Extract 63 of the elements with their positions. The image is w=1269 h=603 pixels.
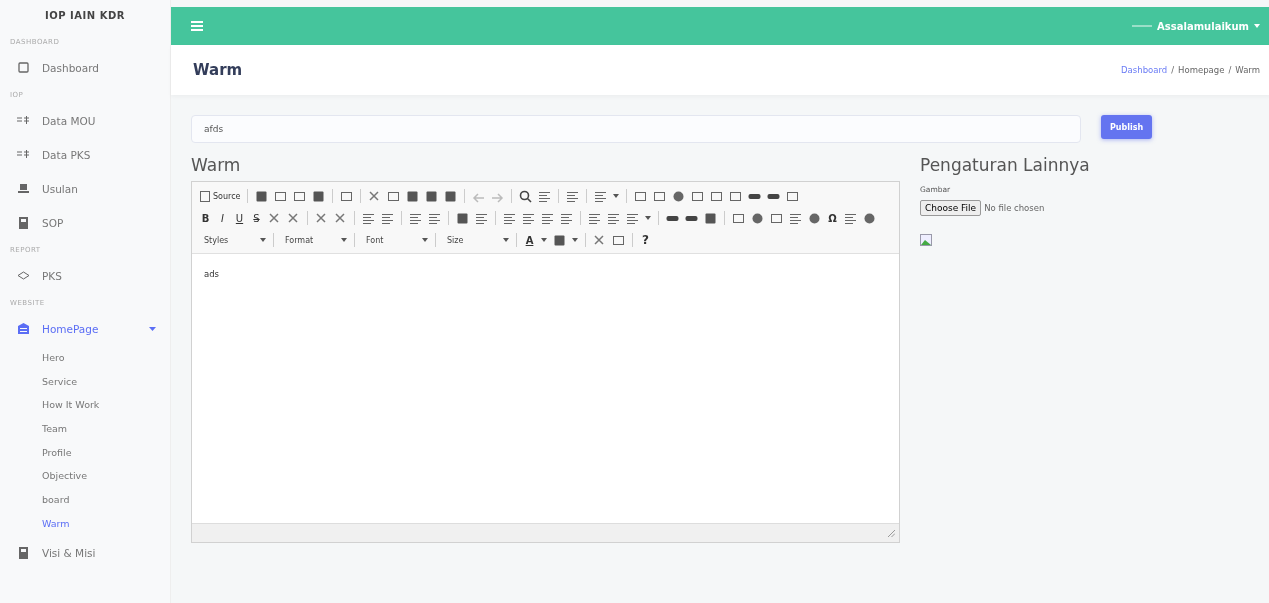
publish-button[interactable]: Publish [1101, 115, 1152, 139]
list-icon [17, 149, 30, 161]
breadcrumb-link[interactable]: Dashboard [1121, 65, 1168, 75]
square-icon [17, 62, 30, 74]
sidebar-item[interactable]: HomePage [0, 312, 170, 346]
caret-icon [149, 327, 156, 331]
caret-icon [613, 194, 620, 198]
submenu-item[interactable]: Service [0, 369, 170, 394]
submenu-item[interactable]: Hero [0, 346, 170, 370]
submenu-item[interactable]: board [0, 488, 170, 512]
file-status: No file chosen [984, 203, 1045, 213]
submenu-item[interactable]: Objective [0, 464, 170, 489]
sidebar-item[interactable]: Data PKS [0, 138, 170, 172]
sidebar-item[interactable]: Visi & Misi [0, 535, 170, 570]
settings-heading: Pengaturan Lainnya [920, 155, 1091, 175]
submenu-item[interactable]: Profile [0, 440, 170, 465]
text-color-button[interactable]: A [524, 234, 535, 246]
caret-icon [422, 238, 428, 242]
help-button[interactable]: ? [640, 233, 651, 247]
caret-icon [572, 238, 578, 242]
submenu-item[interactable]: How It Work [0, 393, 170, 418]
caret-icon [645, 216, 651, 220]
format-button[interactable]: I [217, 212, 228, 224]
toolbar-dropdown[interactable]: Styles [200, 235, 266, 245]
book-icon [17, 546, 30, 559]
submenu-item[interactable]: Team [0, 417, 170, 441]
breadcrumb-item: Warm [1235, 65, 1260, 75]
special-character-button[interactable]: Ω [827, 212, 838, 224]
search-icon[interactable] [519, 189, 533, 203]
caret-icon [503, 238, 509, 242]
sidebar-item[interactable]: Usulan [0, 172, 170, 206]
format-button[interactable]: S [251, 212, 262, 224]
laptop-icon [17, 183, 30, 195]
sidebar-item[interactable]: SOP [0, 206, 170, 240]
editor-heading: Warm [191, 155, 242, 175]
title-field[interactable]: afds [191, 115, 1081, 143]
list-icon [17, 115, 30, 127]
format-button[interactable]: B [200, 212, 211, 224]
sidebar-item[interactable]: PKS [0, 259, 170, 293]
caret-icon [1254, 24, 1260, 28]
page-title: Warm [193, 61, 243, 79]
source-button[interactable]: Source [200, 190, 241, 202]
breadcrumb-separator: / [1171, 65, 1175, 75]
book-icon [17, 217, 30, 229]
format-button[interactable]: U [234, 212, 245, 224]
layers-icon [17, 270, 30, 282]
editor-content[interactable]: ads [204, 269, 220, 279]
toolbar-dropdown[interactable]: Size [443, 235, 509, 245]
sidebar-item[interactable]: Data MOU [0, 104, 170, 138]
caret-icon [541, 238, 547, 242]
breadcrumb-item: Homepage [1178, 65, 1225, 75]
sidebar-item[interactable]: Dashboard [0, 51, 170, 85]
toolbar-dropdown[interactable]: Font [362, 235, 428, 245]
broken-image-icon [920, 234, 932, 246]
building-icon [17, 323, 30, 335]
choose-file-button[interactable]: Choose File [920, 200, 982, 216]
resize-handle-icon[interactable] [888, 529, 895, 537]
toolbar-dropdown[interactable]: Format [281, 235, 347, 245]
caret-icon [260, 238, 266, 242]
caret-icon [341, 238, 347, 242]
submenu-item[interactable]: Warm [0, 511, 170, 536]
brand-title: IOP IAIN KDR [44, 9, 126, 23]
breadcrumb-separator: / [1228, 65, 1232, 75]
